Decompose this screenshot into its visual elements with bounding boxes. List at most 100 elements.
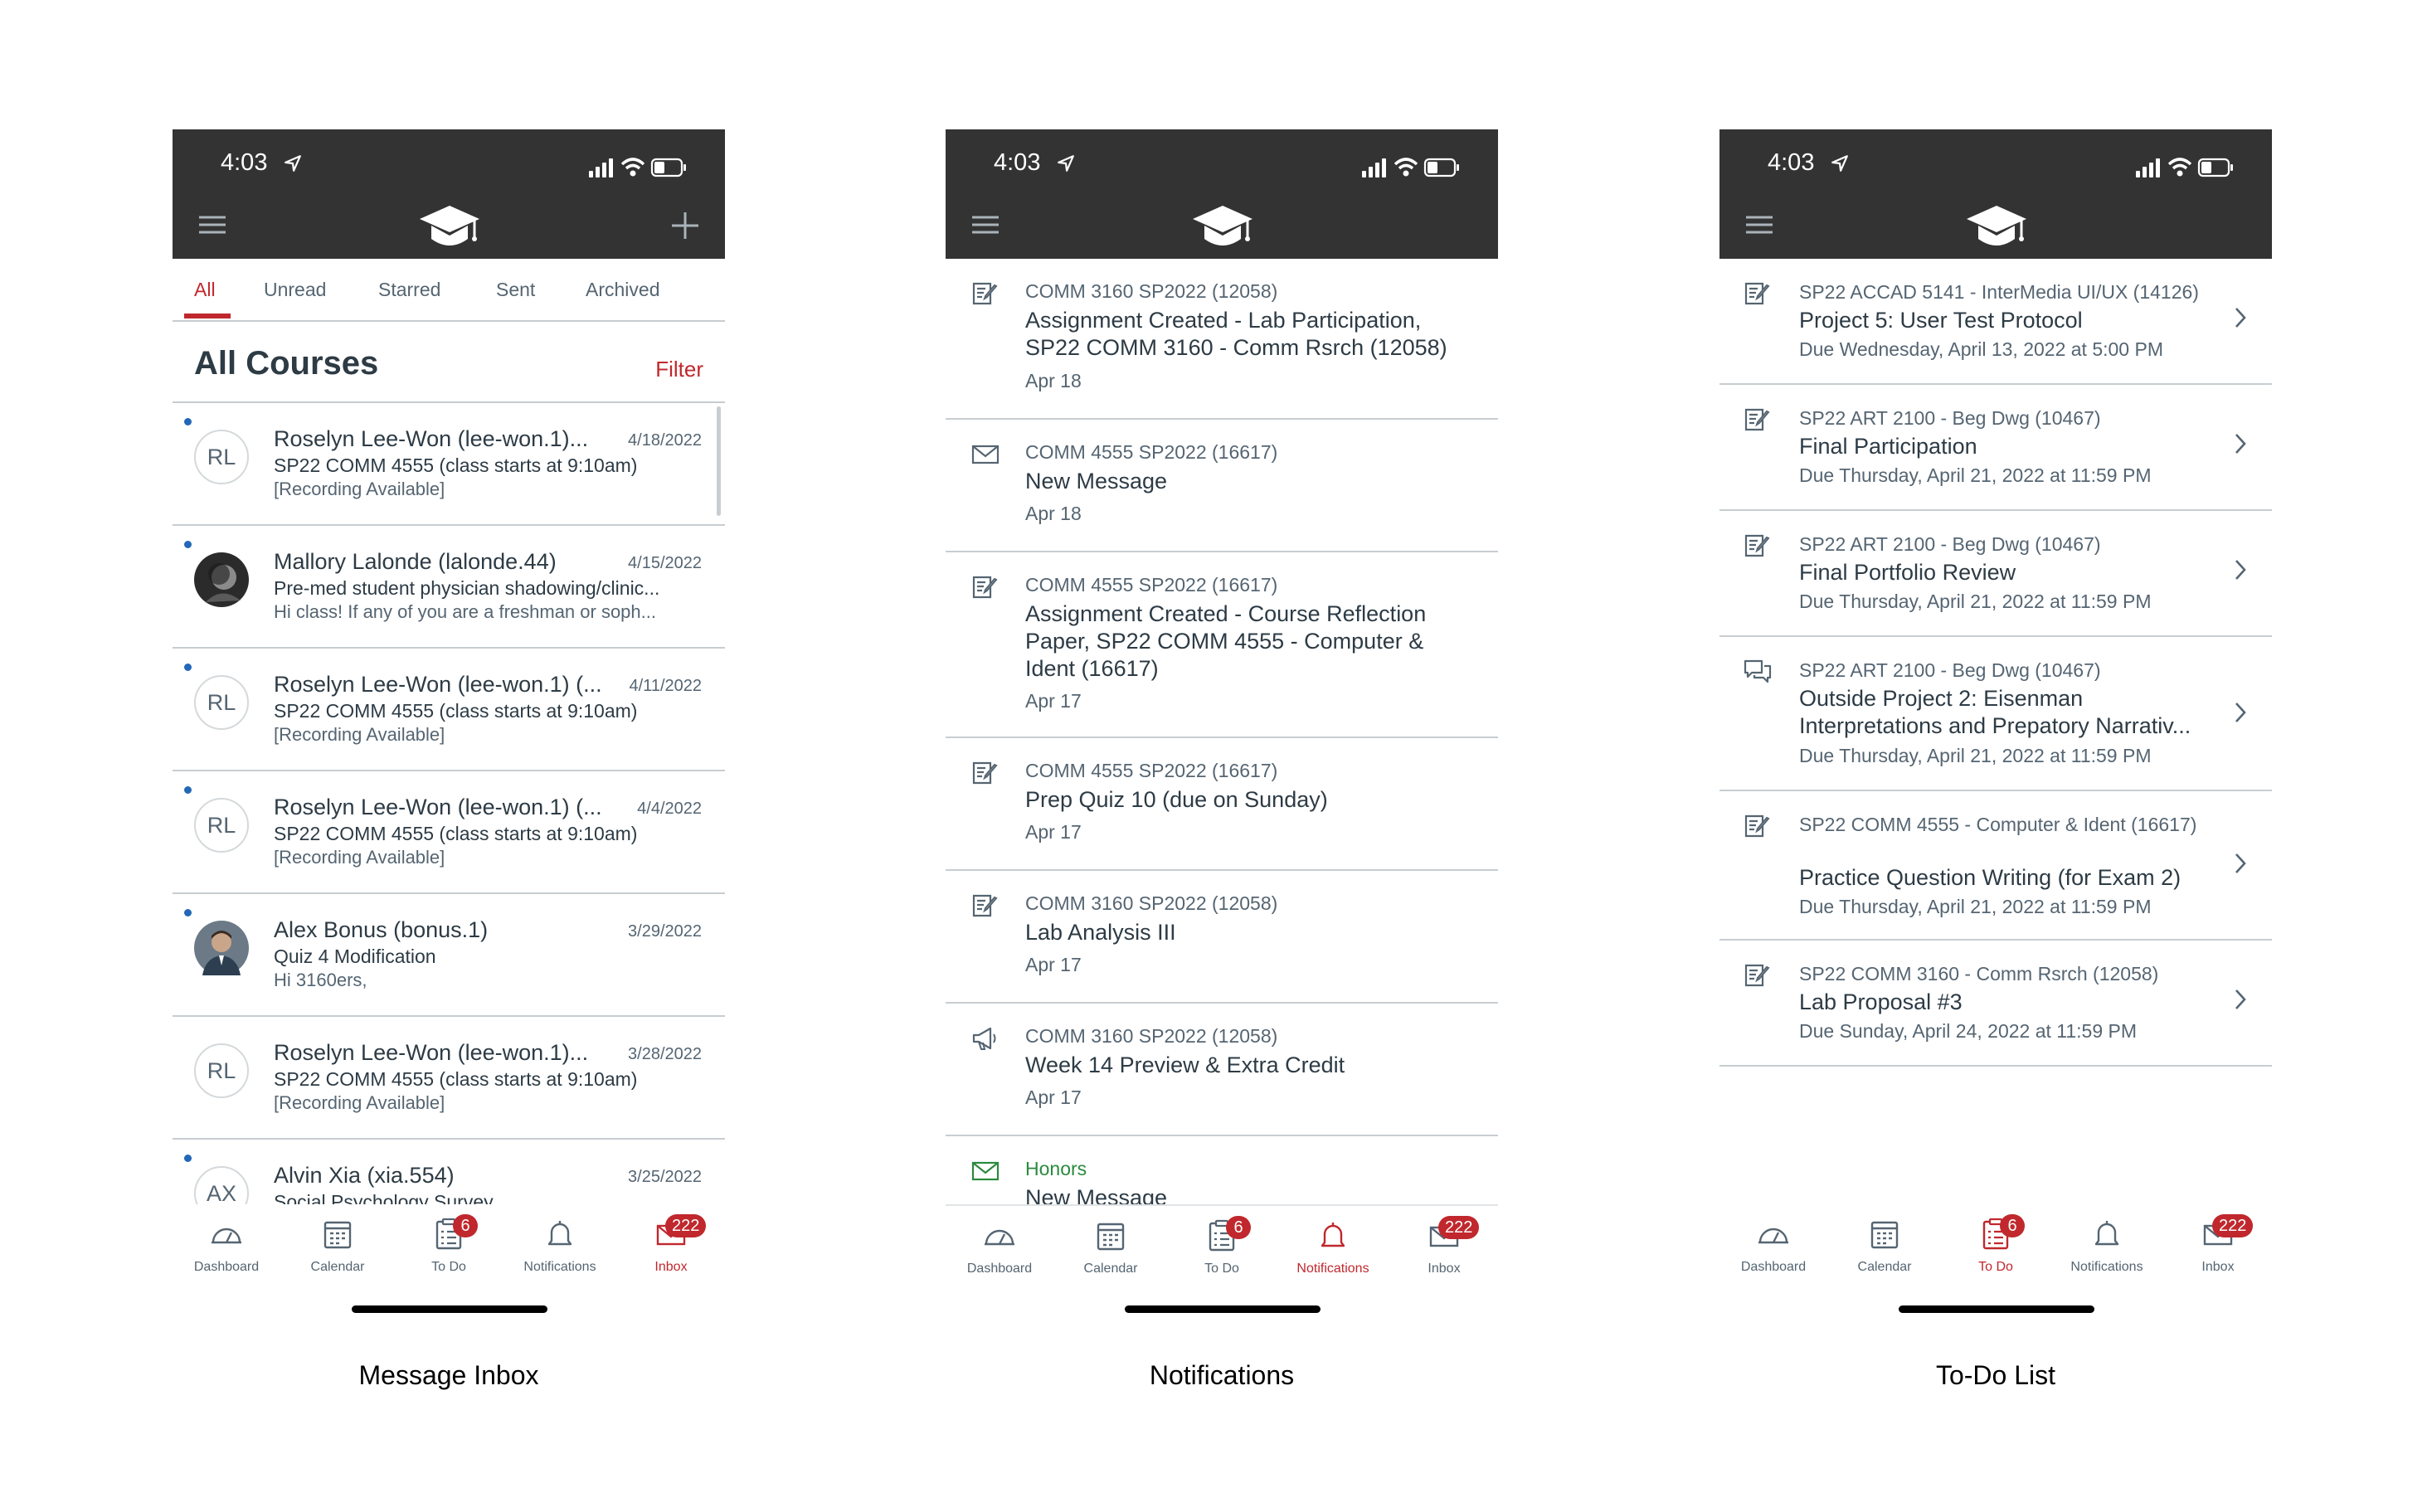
notification-row[interactable]: COMM 4555 SP2022 (16617) Prep Quiz 10 (d… (946, 738, 1498, 871)
hamburger-menu-icon[interactable] (1744, 214, 1774, 236)
todo-title: Project 5: User Test Protocol (1799, 308, 2083, 333)
tab-all[interactable]: All (194, 259, 216, 320)
todo-course: SP22 ART 2100 - Beg Dwg (10467) (1799, 533, 2101, 555)
tab-calendar[interactable]: Calendar (292, 1218, 383, 1275)
hamburger-menu-icon[interactable] (197, 214, 227, 236)
notification-row[interactable]: COMM 4555 SP2022 (16617) New Message Apr… (946, 420, 1498, 552)
todo-row[interactable]: SP22 ART 2100 - Beg Dwg (10467) Final Po… (1719, 511, 2272, 637)
notification-course: COMM 4555 SP2022 (16617) (1025, 441, 1278, 463)
message-sender: Roselyn Lee-Won (lee-won.1)... (274, 1040, 589, 1065)
todo-row[interactable]: SP22 ART 2100 - Beg Dwg (10467) Final Pa… (1719, 385, 2272, 511)
bell-icon (543, 1218, 576, 1251)
message-row[interactable]: Alex Bonus (bonus.1) 3/29/2022 Quiz 4 Mo… (173, 894, 725, 1017)
bottom-tab-bar: Dashboard Calendar 6 To Do Notifications… (946, 1204, 1498, 1309)
assignment-icon (970, 572, 1000, 602)
chevron-right-icon (2232, 305, 2249, 330)
message-preview: [Recording Available] (274, 479, 445, 499)
todo-row[interactable]: SP22 COMM 4555 - Computer & Ident (16617… (1719, 791, 2272, 941)
avatar: RL (194, 430, 249, 484)
tab-dashboard[interactable]: Dashboard (954, 1219, 1045, 1276)
message-row[interactable]: RL Roselyn Lee-Won (lee-won.1)... 3/28/2… (173, 1017, 725, 1140)
chevron-right-icon (2232, 431, 2249, 456)
message-row[interactable]: RL Roselyn Lee-Won (lee-won.1) (... 4/11… (173, 649, 725, 771)
avatar: RL (194, 798, 249, 853)
bottom-tab-bar: Dashboard Calendar 6 To Do Notifications… (1719, 1204, 2272, 1307)
message-row[interactable]: RL Roselyn Lee-Won (lee-won.1) (... 4/4/… (173, 771, 725, 894)
chevron-right-icon (2232, 851, 2249, 876)
notification-row[interactable]: COMM 3160 SP2022 (12058) Assignment Crea… (946, 259, 1498, 420)
todo-row[interactable]: SP22 COMM 3160 - Comm Rsrch (12058) Lab … (1719, 941, 2272, 1067)
tab-sent[interactable]: Sent (496, 259, 535, 320)
todo-row[interactable]: SP22 ART 2100 - Beg Dwg (10467) Outside … (1719, 637, 2272, 791)
message-row[interactable]: RL Roselyn Lee-Won (lee-won.1)... 4/18/2… (173, 403, 725, 526)
hamburger-menu-icon[interactable] (970, 214, 1000, 236)
calendar-icon (321, 1218, 354, 1251)
notification-title: Week 14 Preview & Extra Credit (1025, 1053, 1345, 1077)
message-sender: Roselyn Lee-Won (lee-won.1) (... (274, 672, 602, 697)
avatar: RL (194, 675, 249, 730)
tab-label: Calendar (1083, 1262, 1138, 1276)
notification-row[interactable]: COMM 3160 SP2022 (12058) Lab Analysis II… (946, 871, 1498, 1004)
tab-starred[interactable]: Starred (378, 259, 440, 320)
notification-row[interactable]: COMM 3160 SP2022 (12058) Week 14 Preview… (946, 1004, 1498, 1136)
tab-label: Notifications (1296, 1262, 1369, 1276)
todo-row[interactable]: SP22 ACCAD 5141 - InterMedia UI/UX (1412… (1719, 259, 2272, 385)
tab-notifications[interactable]: Notifications (1287, 1219, 1379, 1276)
calendar-icon (1094, 1219, 1127, 1252)
todo-course: SP22 COMM 3160 - Comm Rsrch (12058) (1799, 963, 2159, 985)
notification-title: Prep Quiz 10 (due on Sunday) (1025, 787, 1328, 812)
avatar-photo (194, 552, 249, 607)
tab-todo[interactable]: 6 To Do (403, 1214, 494, 1275)
tab-inbox[interactable]: 222 Inbox (2172, 1214, 2264, 1275)
dashboard-icon (210, 1218, 243, 1251)
scrollbar[interactable] (717, 406, 721, 516)
notification-date: Apr 17 (1025, 821, 1082, 843)
message-sender: Roselyn Lee-Won (lee-won.1)... (274, 426, 589, 451)
todo-title: Final Portfolio Review (1799, 560, 2016, 585)
tab-notifications[interactable]: Notifications (2061, 1218, 2152, 1275)
filter-button[interactable]: Filter (655, 357, 703, 382)
tab-label: Inbox (1428, 1262, 1461, 1276)
todo-due: Due Wednesday, April 13, 2022 at 5:00 PM (1799, 338, 2163, 360)
tab-unread[interactable]: Unread (264, 259, 326, 320)
todo-title: Practice Question Writing (for Exam 2) (1799, 865, 2182, 890)
todo-due: Due Thursday, April 21, 2022 at 11:59 PM (1799, 464, 2152, 486)
graduation-cap-icon (418, 202, 481, 255)
home-indicator (352, 1305, 547, 1313)
avatar: RL (194, 1043, 249, 1098)
todo-title: Outside Project 2: Eisenman (1799, 686, 2084, 711)
location-icon (1057, 154, 1075, 173)
notification-title: Lab Analysis III (1025, 920, 1176, 945)
tab-inbox[interactable]: 222 Inbox (1398, 1216, 1490, 1276)
avatar-photo (194, 921, 249, 975)
location-icon (284, 154, 302, 173)
tab-dashboard[interactable]: Dashboard (181, 1218, 272, 1275)
notification-date: Apr 17 (1025, 954, 1082, 975)
tab-todo[interactable]: 6 To Do (1176, 1216, 1267, 1276)
tab-notifications[interactable]: Notifications (514, 1218, 606, 1275)
message-row[interactable]: Mallory Lalonde (lalonde.44) 4/15/2022 P… (173, 526, 725, 649)
tab-label: Dashboard (1740, 1260, 1807, 1274)
bottom-tab-bar: Dashboard Calendar 6 To Do Notifications… (173, 1204, 725, 1307)
notification-row[interactable]: COMM 4555 SP2022 (16617) Assignment Crea… (946, 552, 1498, 738)
tab-dashboard[interactable]: Dashboard (1728, 1218, 1819, 1275)
unread-dot (184, 664, 192, 671)
message-subject: Quiz 4 Modification (274, 946, 436, 967)
bell-icon (1316, 1219, 1350, 1252)
tab-calendar[interactable]: Calendar (1065, 1219, 1156, 1276)
message-date: 3/28/2022 (628, 1045, 702, 1063)
notification-course: COMM 3160 SP2022 (12058) (1025, 280, 1278, 302)
tab-label: Dashboard (193, 1260, 260, 1274)
status-time: 4:03 (221, 149, 268, 176)
tab-label: To Do (431, 1260, 466, 1274)
page-title: All Courses (194, 345, 379, 382)
message-preview: [Recording Available] (274, 847, 445, 868)
tab-archived[interactable]: Archived (586, 259, 659, 320)
caption-notifications: Notifications (1149, 1360, 1295, 1390)
tab-todo[interactable]: 6 To Do (1950, 1214, 2041, 1275)
tab-calendar[interactable]: Calendar (1839, 1218, 1930, 1275)
unread-dot (184, 418, 192, 425)
compose-plus-icon[interactable] (670, 211, 700, 241)
message-date: 3/29/2022 (628, 922, 702, 941)
tab-inbox[interactable]: 222 Inbox (625, 1214, 717, 1275)
